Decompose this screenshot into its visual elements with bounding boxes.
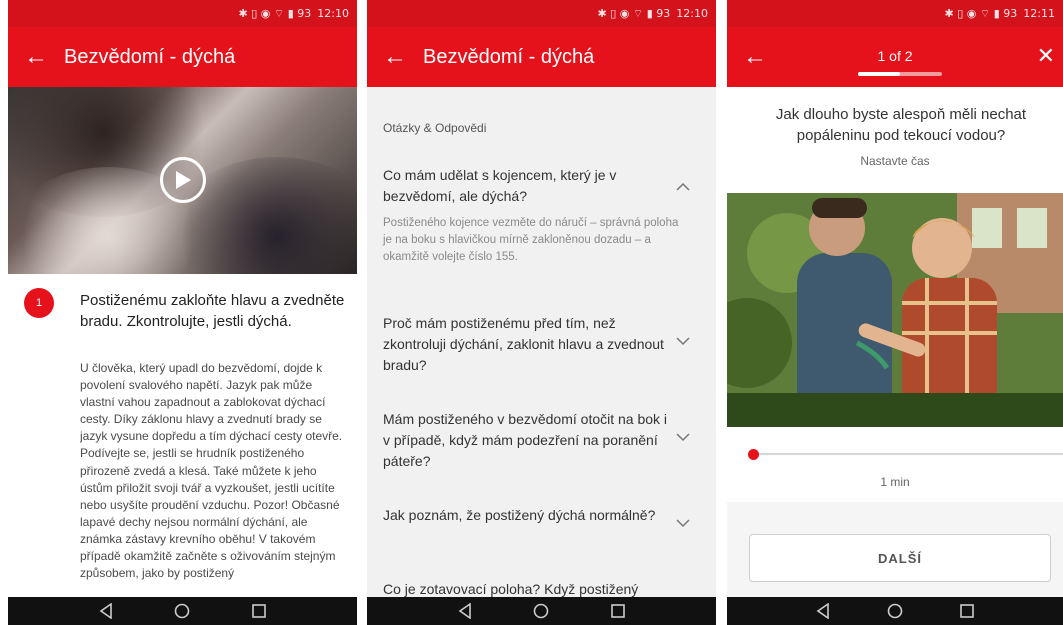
back-arrow-icon[interactable]: ← [8,27,64,87]
app-bar: ← Bezvědomí - dýchá [8,27,357,87]
step-title: Postiženému zakloňte hlavu a zvedněte br… [80,292,345,330]
status-bar: ✱ ▯ ◉ ⌔ ▮ 93 12:10 [367,0,716,27]
back-arrow-icon[interactable]: ← [367,27,423,87]
screen-quiz: ✱ ▯ ◉ ⌔ ▮ 93 12:11 ← 1 of 2 ✕ Jak dlouho… [727,0,1063,625]
faq-section-title: Otázky & Odpovědi [383,121,487,135]
nav-home-icon[interactable] [887,603,903,619]
quiz-controls: 1 min DALŠÍ [727,427,1063,597]
next-button[interactable]: DALŠÍ [749,534,1051,582]
faq-question[interactable]: Co mám udělat s kojencem, který je v bez… [383,165,673,207]
status-time: 12:11 [1023,7,1055,20]
nav-back-icon[interactable] [457,603,473,619]
faq-question[interactable]: Mám postiženého v bezvědomí otočit na bo… [383,409,673,472]
nav-back-icon[interactable] [815,603,831,619]
app-bar: ← Bezvědomí - dýchá [367,27,716,87]
status-bar: ✱ ▯ ◉ ⌔ ▮ 93 12:11 [727,0,1063,27]
nav-recents-icon[interactable] [251,603,267,619]
status-icons: ✱ ▯ ◉ ⌔ ▮ 93 [597,6,671,20]
faq-question[interactable]: Jak poznám, že postižený dýchá normálně? [383,505,673,526]
quiz-question: Jak dlouho byste alespoň měli nechat pop… [775,106,1027,144]
chevron-down-icon[interactable] [676,430,690,444]
quiz-hint: Nastavte čas [860,154,930,168]
chevron-up-icon[interactable] [676,180,690,194]
system-nav-bar [727,597,1063,625]
step-number-badge: 1 [24,288,54,318]
nav-home-icon[interactable] [533,603,549,619]
faq-list: Otázky & Odpovědi Co mám udělat s kojenc… [367,87,716,597]
quiz-progress-bar [858,72,942,76]
status-icons: ✱ ▯ ◉ ⌔ ▮ 93 [238,6,312,20]
chevron-down-icon[interactable] [676,516,690,530]
nav-home-icon[interactable] [174,603,190,619]
system-nav-bar [8,597,357,625]
screen-lesson: ✱ ▯ ◉ ⌔ ▮ 93 12:10 ← Bezvědomí - dýchá 1… [8,0,357,625]
close-icon[interactable]: ✕ [1037,43,1055,69]
nav-recents-icon[interactable] [959,603,975,619]
screen-faq: ✱ ▯ ◉ ⌔ ▮ 93 12:10 ← Bezvědomí - dýchá O… [367,0,716,625]
page-title: Bezvědomí - dýchá [64,45,236,68]
step-description: U člověka, který upadl do bezvědomí, doj… [80,361,343,581]
time-slider-panel: 1 min [727,427,1063,502]
quiz-app-bar: ← 1 of 2 ✕ [727,27,1063,87]
nav-recents-icon[interactable] [610,603,626,619]
faq-question[interactable]: Proč mám postiženému před tím, než zkont… [383,313,673,376]
status-time: 12:10 [317,7,349,20]
faq-question[interactable]: Co je zotavovací poloha? Když postižený [383,579,673,597]
page-title: Bezvědomí - dýchá [423,45,595,68]
question-counter: 1 of 2 [877,48,913,64]
play-icon[interactable] [160,157,206,203]
status-icons: ✱ ▯ ◉ ⌔ ▮ 93 [944,6,1018,20]
status-bar: ✱ ▯ ◉ ⌔ ▮ 93 12:10 [8,0,357,27]
chevron-down-icon[interactable] [676,334,690,348]
status-time: 12:10 [676,7,708,20]
time-slider-value: 1 min [880,475,910,489]
time-slider-thumb[interactable] [748,449,759,460]
quiz-illustration [727,193,1063,427]
faq-answer: Postiženého kojence vezměte do náručí – … [383,217,679,263]
nav-back-icon[interactable] [98,603,114,619]
quiz-progress-fill [858,72,900,76]
screens: ✱ ▯ ◉ ⌔ ▮ 93 12:10 ← Bezvědomí - dýchá 1… [0,0,1063,625]
video-player[interactable] [8,87,357,274]
system-nav-bar [367,597,716,625]
time-slider-track[interactable] [753,453,1063,455]
